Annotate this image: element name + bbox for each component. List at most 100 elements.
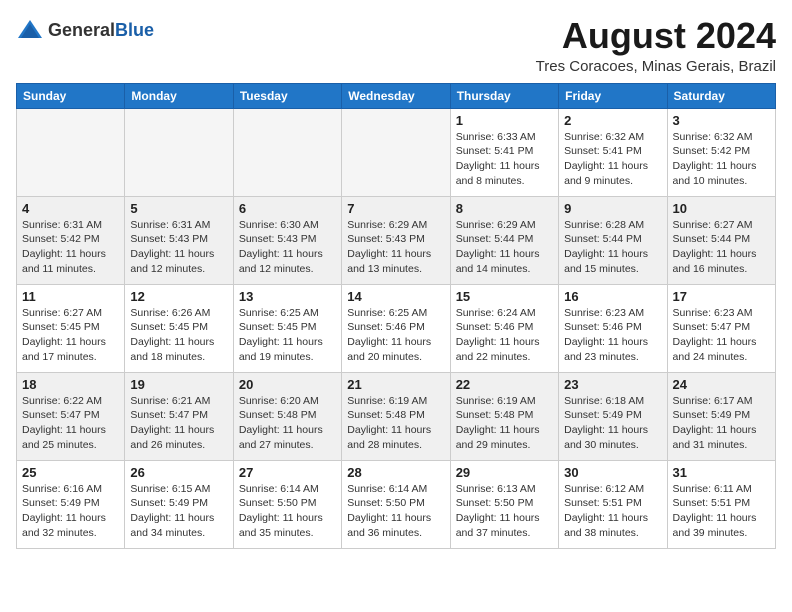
- calendar-cell: 19 Sunrise: 6:21 AMSunset: 5:47 PMDayligh…: [125, 372, 233, 460]
- day-number: 5: [130, 201, 227, 216]
- location-subtitle: Tres Coracoes, Minas Gerais, Brazil: [536, 58, 776, 75]
- cell-content: Sunrise: 6:20 AMSunset: 5:48 PMDaylight:…: [239, 394, 336, 453]
- day-number: 24: [673, 377, 770, 392]
- header-day-saturday: Saturday: [667, 83, 775, 108]
- week-row-5: 25 Sunrise: 6:16 AMSunset: 5:49 PMDayligh…: [17, 460, 776, 548]
- calendar-cell: 23 Sunrise: 6:18 AMSunset: 5:49 PMDayligh…: [559, 372, 667, 460]
- cell-content: Sunrise: 6:14 AMSunset: 5:50 PMDaylight:…: [347, 482, 444, 541]
- calendar-cell: 6 Sunrise: 6:30 AMSunset: 5:43 PMDaylight…: [233, 196, 341, 284]
- calendar-cell: 8 Sunrise: 6:29 AMSunset: 5:44 PMDaylight…: [450, 196, 558, 284]
- cell-content: Sunrise: 6:15 AMSunset: 5:49 PMDaylight:…: [130, 482, 227, 541]
- week-row-3: 11 Sunrise: 6:27 AMSunset: 5:45 PMDayligh…: [17, 284, 776, 372]
- day-number: 9: [564, 201, 661, 216]
- calendar-cell: 15Sunrise: 6:24 AMSunset: 5:46 PMDayligh…: [450, 284, 558, 372]
- week-row-2: 4 Sunrise: 6:31 AMSunset: 5:42 PMDaylight…: [17, 196, 776, 284]
- calendar-cell: 16 Sunrise: 6:23 AMSunset: 5:46 PMDayligh…: [559, 284, 667, 372]
- cell-content: Sunrise: 6:19 AMSunset: 5:48 PMDaylight:…: [456, 394, 553, 453]
- day-number: 31: [673, 465, 770, 480]
- cell-content: Sunrise: 6:33 AMSunset: 5:41 PMDaylight:…: [456, 130, 553, 189]
- cell-content: Sunrise: 6:18 AMSunset: 5:49 PMDaylight:…: [564, 394, 661, 453]
- calendar-cell: 21 Sunrise: 6:19 AMSunset: 5:48 PMDayligh…: [342, 372, 450, 460]
- header-day-thursday: Thursday: [450, 83, 558, 108]
- header-row: SundayMondayTuesdayWednesdayThursdayFrid…: [17, 83, 776, 108]
- calendar-cell: 7 Sunrise: 6:29 AMSunset: 5:43 PMDaylight…: [342, 196, 450, 284]
- day-number: 29: [456, 465, 553, 480]
- calendar-cell: 10 Sunrise: 6:27 AMSunset: 5:44 PMDayligh…: [667, 196, 775, 284]
- calendar-cell: 29Sunrise: 6:13 AMSunset: 5:50 PMDayligh…: [450, 460, 558, 548]
- day-number: 1: [456, 113, 553, 128]
- month-year-title: August 2024: [536, 16, 776, 56]
- page-header: GeneralBlue August 2024 Tres Coracoes, M…: [16, 16, 776, 75]
- cell-content: Sunrise: 6:28 AMSunset: 5:44 PMDaylight:…: [564, 218, 661, 277]
- day-number: 4: [22, 201, 119, 216]
- day-number: 21: [347, 377, 444, 392]
- calendar-cell: 18Sunrise: 6:22 AMSunset: 5:47 PMDayligh…: [17, 372, 125, 460]
- calendar-cell: 3 Sunrise: 6:32 AMSunset: 5:42 PMDaylight…: [667, 108, 775, 196]
- calendar-cell: 30 Sunrise: 6:12 AMSunset: 5:51 PMDayligh…: [559, 460, 667, 548]
- calendar-cell: 11 Sunrise: 6:27 AMSunset: 5:45 PMDayligh…: [17, 284, 125, 372]
- cell-content: Sunrise: 6:24 AMSunset: 5:46 PMDaylight:…: [456, 306, 553, 365]
- header-day-friday: Friday: [559, 83, 667, 108]
- day-number: 12: [130, 289, 227, 304]
- cell-content: Sunrise: 6:23 AMSunset: 5:46 PMDaylight:…: [564, 306, 661, 365]
- day-number: 30: [564, 465, 661, 480]
- day-number: 18: [22, 377, 119, 392]
- cell-content: Sunrise: 6:27 AMSunset: 5:45 PMDaylight:…: [22, 306, 119, 365]
- cell-content: Sunrise: 6:32 AMSunset: 5:42 PMDaylight:…: [673, 130, 770, 189]
- cell-content: Sunrise: 6:12 AMSunset: 5:51 PMDaylight:…: [564, 482, 661, 541]
- calendar-cell: 22 Sunrise: 6:19 AMSunset: 5:48 PMDayligh…: [450, 372, 558, 460]
- cell-content: Sunrise: 6:31 AMSunset: 5:43 PMDaylight:…: [130, 218, 227, 277]
- day-number: 3: [673, 113, 770, 128]
- cell-content: Sunrise: 6:25 AMSunset: 5:45 PMDaylight:…: [239, 306, 336, 365]
- day-number: 13: [239, 289, 336, 304]
- cell-content: Sunrise: 6:16 AMSunset: 5:49 PMDaylight:…: [22, 482, 119, 541]
- calendar-cell: 25 Sunrise: 6:16 AMSunset: 5:49 PMDayligh…: [17, 460, 125, 548]
- cell-content: Sunrise: 6:27 AMSunset: 5:44 PMDaylight:…: [673, 218, 770, 277]
- calendar-cell: 14Sunrise: 6:25 AMSunset: 5:46 PMDayligh…: [342, 284, 450, 372]
- header-day-sunday: Sunday: [17, 83, 125, 108]
- day-number: 23: [564, 377, 661, 392]
- logo-text-blue: Blue: [115, 20, 154, 40]
- cell-content: Sunrise: 6:23 AMSunset: 5:47 PMDaylight:…: [673, 306, 770, 365]
- day-number: 17: [673, 289, 770, 304]
- calendar-cell: 4 Sunrise: 6:31 AMSunset: 5:42 PMDaylight…: [17, 196, 125, 284]
- calendar-cell: 12 Sunrise: 6:26 AMSunset: 5:45 PMDayligh…: [125, 284, 233, 372]
- cell-content: Sunrise: 6:21 AMSunset: 5:47 PMDaylight:…: [130, 394, 227, 453]
- calendar-cell: 2Sunrise: 6:32 AMSunset: 5:41 PMDaylight…: [559, 108, 667, 196]
- calendar-cell: 5 Sunrise: 6:31 AMSunset: 5:43 PMDaylight…: [125, 196, 233, 284]
- calendar-cell: 17 Sunrise: 6:23 AMSunset: 5:47 PMDayligh…: [667, 284, 775, 372]
- cell-content: Sunrise: 6:29 AMSunset: 5:44 PMDaylight:…: [456, 218, 553, 277]
- day-number: 28: [347, 465, 444, 480]
- week-row-4: 18Sunrise: 6:22 AMSunset: 5:47 PMDayligh…: [17, 372, 776, 460]
- calendar-table: SundayMondayTuesdayWednesdayThursdayFrid…: [16, 83, 776, 549]
- day-number: 6: [239, 201, 336, 216]
- cell-content: Sunrise: 6:30 AMSunset: 5:43 PMDaylight:…: [239, 218, 336, 277]
- title-section: August 2024 Tres Coracoes, Minas Gerais,…: [536, 16, 776, 75]
- day-number: 19: [130, 377, 227, 392]
- cell-content: Sunrise: 6:25 AMSunset: 5:46 PMDaylight:…: [347, 306, 444, 365]
- cell-content: Sunrise: 6:31 AMSunset: 5:42 PMDaylight:…: [22, 218, 119, 277]
- cell-content: Sunrise: 6:19 AMSunset: 5:48 PMDaylight:…: [347, 394, 444, 453]
- cell-content: Sunrise: 6:26 AMSunset: 5:45 PMDaylight:…: [130, 306, 227, 365]
- week-row-1: 1 Sunrise: 6:33 AMSunset: 5:41 PMDaylight…: [17, 108, 776, 196]
- calendar-cell: 28 Sunrise: 6:14 AMSunset: 5:50 PMDayligh…: [342, 460, 450, 548]
- day-number: 11: [22, 289, 119, 304]
- logo: GeneralBlue: [16, 16, 154, 44]
- day-number: 22: [456, 377, 553, 392]
- day-number: 10: [673, 201, 770, 216]
- calendar-cell: [342, 108, 450, 196]
- cell-content: Sunrise: 6:11 AMSunset: 5:51 PMDaylight:…: [673, 482, 770, 541]
- day-number: 16: [564, 289, 661, 304]
- day-number: 8: [456, 201, 553, 216]
- calendar-cell: 31 Sunrise: 6:11 AMSunset: 5:51 PMDayligh…: [667, 460, 775, 548]
- calendar-cell: 26Sunrise: 6:15 AMSunset: 5:49 PMDayligh…: [125, 460, 233, 548]
- calendar-cell: [17, 108, 125, 196]
- day-number: 7: [347, 201, 444, 216]
- logo-icon: [16, 16, 44, 44]
- cell-content: Sunrise: 6:17 AMSunset: 5:49 PMDaylight:…: [673, 394, 770, 453]
- logo-text-general: General: [48, 20, 115, 40]
- cell-content: Sunrise: 6:14 AMSunset: 5:50 PMDaylight:…: [239, 482, 336, 541]
- day-number: 25: [22, 465, 119, 480]
- cell-content: Sunrise: 6:29 AMSunset: 5:43 PMDaylight:…: [347, 218, 444, 277]
- day-number: 20: [239, 377, 336, 392]
